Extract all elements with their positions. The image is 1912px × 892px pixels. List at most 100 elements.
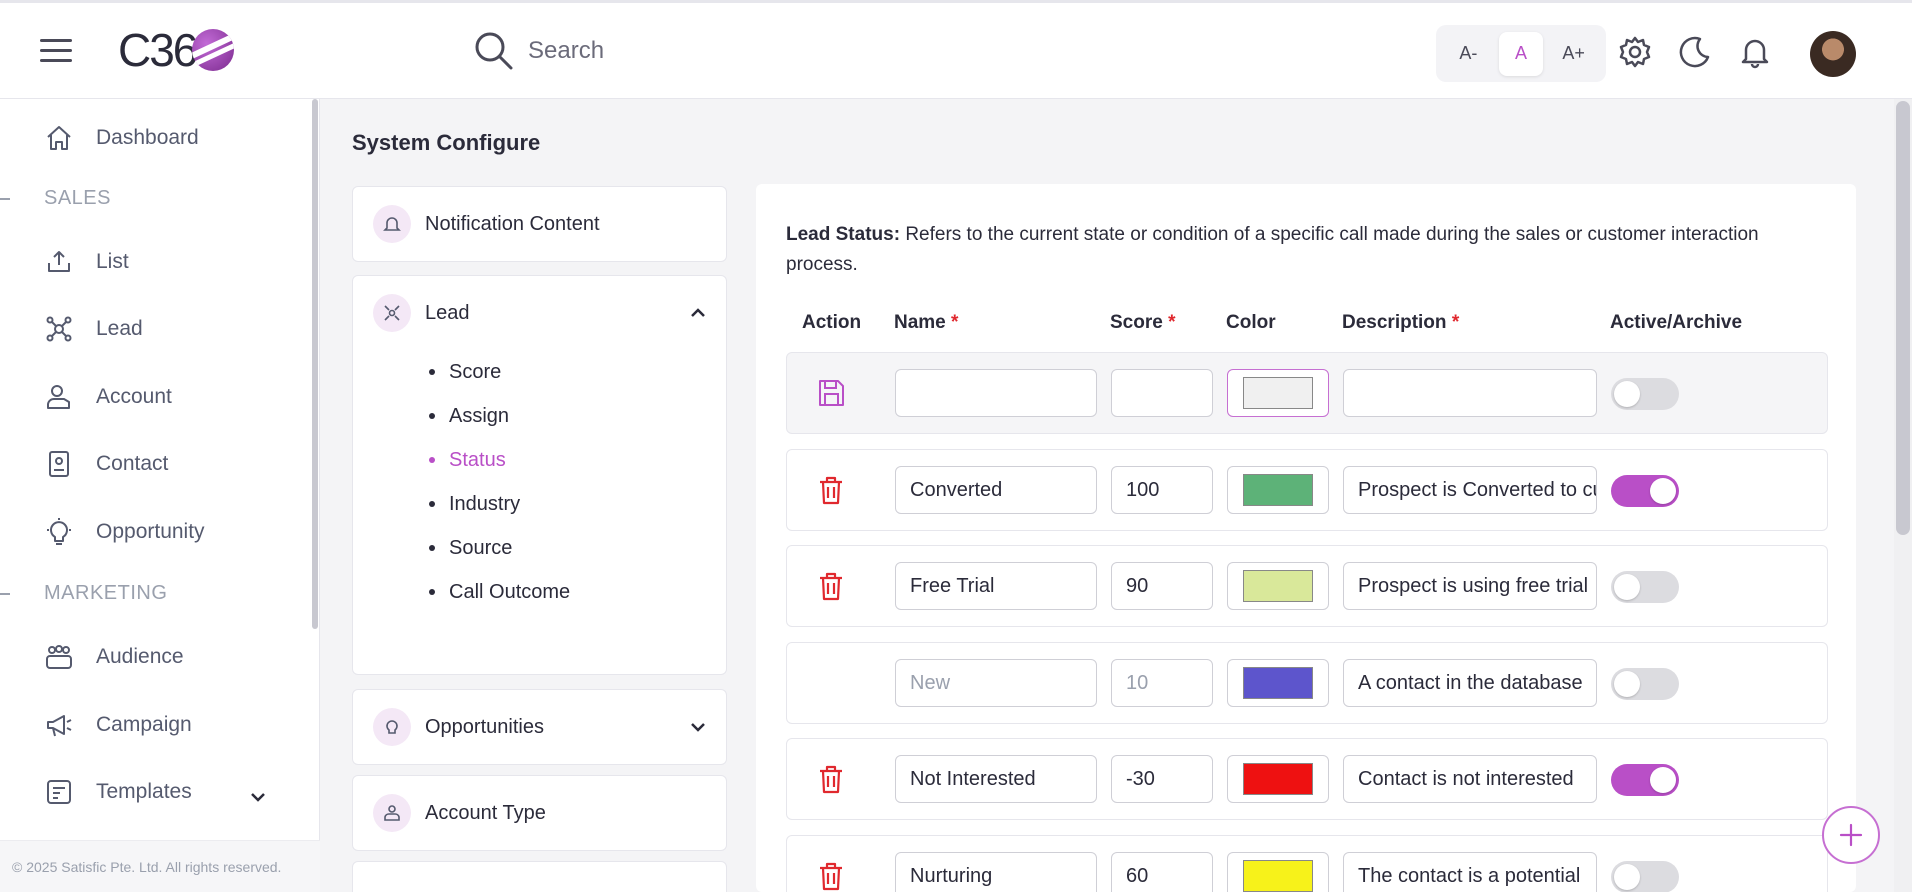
chevron-up-icon[interactable]: [688, 303, 708, 323]
chevron-down-icon[interactable]: [688, 717, 708, 737]
score-input[interactable]: -30: [1111, 755, 1213, 803]
submenu-score[interactable]: Score: [429, 350, 726, 394]
add-button[interactable]: [1822, 806, 1880, 864]
color-swatch: [1243, 667, 1313, 699]
sidebar-item-opportunity[interactable]: Opportunity: [44, 517, 205, 547]
sidebar-item-label: Account: [96, 385, 172, 408]
name-input: New: [895, 659, 1097, 707]
copyright-footer: © 2025 Satisfic Pte. Ltd. All rights res…: [0, 840, 320, 892]
search-input[interactable]: [528, 37, 928, 65]
sidebar-item-label: Campaign: [96, 713, 192, 736]
sidebar-item-account[interactable]: Account: [44, 382, 172, 412]
font-decrease-button[interactable]: A-: [1446, 32, 1490, 76]
active-toggle[interactable]: [1611, 764, 1679, 796]
submenu-status[interactable]: Status: [429, 438, 726, 482]
user-card-icon: [47, 385, 70, 409]
trash-icon[interactable]: [815, 474, 847, 506]
sidebar-item-audience[interactable]: Audience: [44, 642, 184, 672]
table-row: Nurturing 60 The contact is a potential: [786, 835, 1828, 892]
score-input[interactable]: 100: [1111, 466, 1213, 514]
description-input[interactable]: Contact is not interested: [1343, 755, 1597, 803]
score-input[interactable]: 90: [1111, 562, 1213, 610]
bell-icon[interactable]: [1738, 35, 1772, 69]
description-input[interactable]: Prospect is using free trial: [1343, 562, 1597, 610]
sidebar-item-templates[interactable]: Templates: [44, 777, 192, 807]
table-row: New 10 A contact in the database: [786, 642, 1828, 724]
chevron-down-icon[interactable]: [248, 787, 268, 807]
main-scrollbar[interactable]: [1894, 99, 1912, 892]
menu-label: Notification Content: [425, 212, 600, 235]
column-color: Color: [1226, 312, 1276, 333]
moon-icon[interactable]: [1678, 35, 1712, 69]
color-picker[interactable]: [1227, 369, 1329, 417]
description-input[interactable]: [1343, 369, 1597, 417]
menu-next-item[interactable]: [352, 861, 727, 892]
color-picker[interactable]: [1227, 562, 1329, 610]
menu-notification-content[interactable]: Notification Content: [352, 186, 727, 262]
sidebar-item-label: Audience: [96, 645, 184, 668]
search-icon: [475, 32, 513, 70]
color-picker[interactable]: [1227, 659, 1329, 707]
menu-account-type[interactable]: Account Type: [352, 775, 727, 851]
color-picker[interactable]: [1227, 852, 1329, 892]
name-input[interactable]: Free Trial: [895, 562, 1097, 610]
description-input[interactable]: The contact is a potential: [1343, 852, 1597, 892]
trash-icon[interactable]: [815, 763, 847, 795]
menu-opportunities[interactable]: Opportunities: [352, 689, 727, 765]
font-normal-button[interactable]: A: [1498, 31, 1543, 76]
menu-label: Lead: [425, 301, 470, 324]
people-icon: [46, 645, 72, 669]
score-input[interactable]: [1111, 369, 1213, 417]
color-picker[interactable]: [1227, 755, 1329, 803]
menu-lead-header[interactable]: Lead: [353, 276, 726, 350]
font-size-control: A- A A+: [1436, 25, 1606, 82]
description-input[interactable]: A contact in the database: [1343, 659, 1597, 707]
active-toggle[interactable]: [1611, 378, 1679, 410]
sidebar-item-label: Opportunity: [96, 520, 205, 543]
section-divider: [0, 593, 10, 595]
sidebar-section-sales: SALES: [44, 187, 111, 209]
submenu-industry[interactable]: Industry: [429, 482, 726, 526]
contact-card-icon: [49, 451, 69, 477]
name-input[interactable]: [895, 369, 1097, 417]
active-toggle[interactable]: [1611, 475, 1679, 507]
column-score: Score *: [1110, 312, 1176, 333]
network-icon: [373, 294, 411, 332]
sidebar-item-list[interactable]: List: [44, 247, 129, 277]
app-logo[interactable]: C36: [118, 24, 235, 76]
name-input[interactable]: Converted: [895, 466, 1097, 514]
sidebar-item-campaign[interactable]: Campaign: [44, 710, 192, 740]
active-toggle[interactable]: [1611, 861, 1679, 892]
active-toggle[interactable]: [1611, 668, 1679, 700]
table-row-new-entry: [786, 352, 1828, 434]
submenu-call-outcome[interactable]: Call Outcome: [429, 570, 726, 614]
gear-icon[interactable]: [1618, 35, 1652, 69]
sidebar-item-dashboard[interactable]: Dashboard: [44, 123, 199, 153]
score-input: 10: [1111, 659, 1213, 707]
submenu-source[interactable]: Source: [429, 526, 726, 570]
user-icon: [373, 794, 411, 832]
home-icon: [47, 126, 71, 150]
name-input[interactable]: Not Interested: [895, 755, 1097, 803]
sidebar-scrollbar[interactable]: [312, 99, 318, 629]
scrollbar-thumb[interactable]: [1896, 101, 1910, 535]
sidebar-item-contact[interactable]: Contact: [44, 449, 168, 479]
active-toggle[interactable]: [1611, 571, 1679, 603]
save-icon[interactable]: [815, 377, 847, 409]
font-increase-button[interactable]: A+: [1552, 32, 1596, 76]
trash-icon[interactable]: [815, 860, 847, 892]
user-avatar[interactable]: [1810, 31, 1856, 77]
sidebar-item-label: Contact: [96, 452, 169, 475]
color-picker[interactable]: [1227, 466, 1329, 514]
sidebar-item-lead[interactable]: Lead: [44, 314, 143, 344]
description-input[interactable]: Prospect is Converted to customer: [1343, 466, 1597, 514]
network-icon: [46, 316, 72, 342]
column-description: Description *: [1342, 312, 1460, 333]
submenu-assign[interactable]: Assign: [429, 394, 726, 438]
menu-toggle-icon[interactable]: [40, 39, 72, 63]
score-input[interactable]: 60: [1111, 852, 1213, 892]
menu-lead: Lead Score Assign Status Industry Source…: [352, 275, 727, 675]
column-active-archive: Active/Archive: [1610, 312, 1743, 333]
name-input[interactable]: Nurturing: [895, 852, 1097, 892]
trash-icon[interactable]: [815, 570, 847, 602]
